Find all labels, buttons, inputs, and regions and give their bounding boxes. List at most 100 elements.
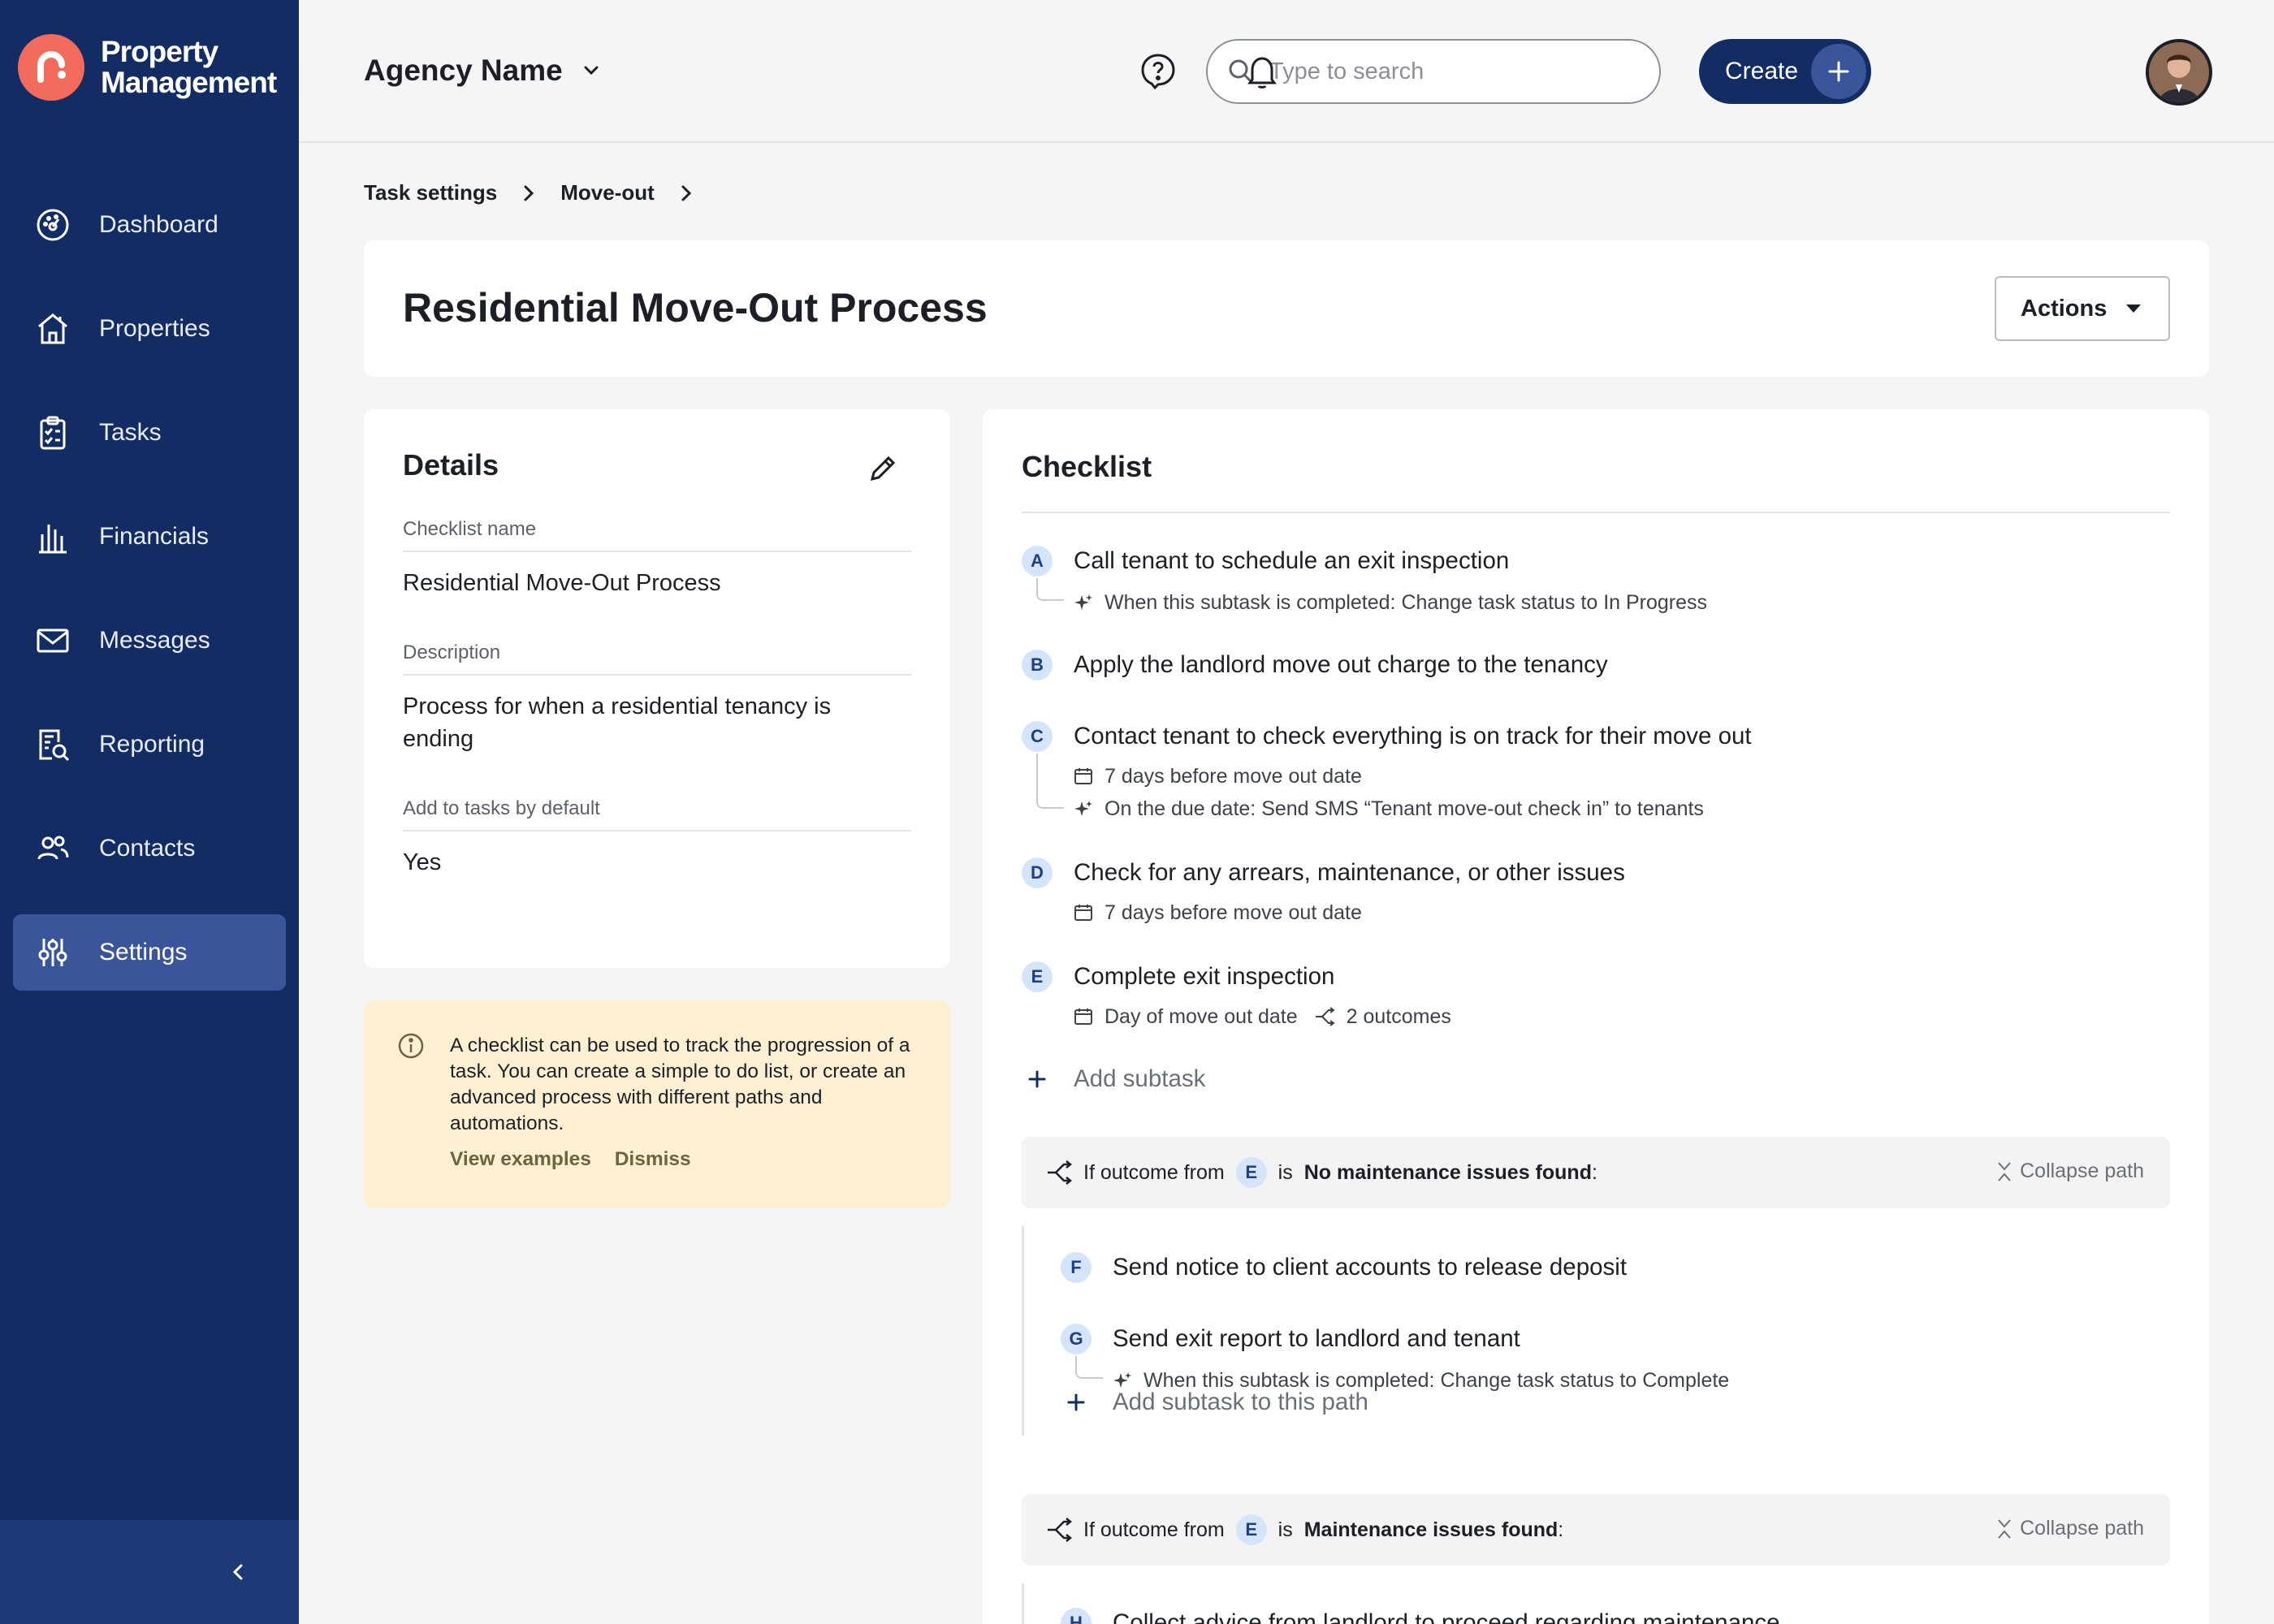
branch-icon (1048, 1160, 1072, 1185)
info-icon (398, 1033, 424, 1059)
pencil-icon[interactable] (867, 453, 898, 484)
title-card: Residential Move-Out Process Actions (364, 240, 2209, 377)
sidebar-item-dashboard[interactable]: Dashboard (13, 187, 286, 263)
sparkle-icon (1113, 1372, 1131, 1388)
subtask-automation: On the due date: Send SMS “Tenant move-o… (1074, 796, 1704, 822)
subtask-badge: D (1022, 857, 1053, 888)
plus-icon (1022, 1069, 1053, 1089)
sparkle-icon (1074, 801, 1092, 816)
connector-line (1036, 754, 1064, 809)
subtask-title: Send exit report to landlord and tenant (1113, 1325, 1520, 1352)
sparkle-icon (1074, 594, 1092, 610)
breadcrumb-task-settings[interactable]: Task settings (364, 180, 497, 205)
connector-line (1036, 578, 1064, 601)
checklist-title: Checklist (1022, 450, 1152, 483)
breadcrumb: Task settings Move-out (364, 180, 718, 205)
page-title: Residential Move-Out Process (403, 285, 988, 330)
field-checklist-name: Checklist name Residential Move-Out Proc… (403, 518, 911, 599)
calendar-icon (1074, 905, 1092, 921)
subtask-item[interactable]: E Complete exit inspection Day of move o… (1022, 961, 2159, 1028)
collapse-path-button[interactable]: Collapse path (1995, 1160, 2144, 1183)
path-outcome: No maintenance issues found (1303, 1160, 1592, 1184)
info-banner: A checklist can be used to track the pro… (364, 1000, 950, 1208)
actions-dropdown-button[interactable]: Actions (1995, 276, 2170, 341)
collapse-sidebar-icon[interactable] (226, 1560, 250, 1584)
subtask-badge: F (1061, 1252, 1092, 1283)
subtask-due-date: 7 days before move out date (1074, 900, 1362, 926)
agency-selector[interactable]: Agency Name (364, 54, 602, 88)
subtask-title: Call tenant to schedule an exit inspecti… (1074, 547, 1510, 574)
sidebar-item-financials[interactable]: Financials (13, 499, 286, 575)
field-label: Add to tasks by default (403, 797, 911, 831)
add-subtask-button[interactable]: Add subtask (1022, 1065, 1205, 1093)
collapse-path-button[interactable]: Collapse path (1995, 1517, 2144, 1540)
actions-label: Actions (2021, 295, 2108, 322)
subtask-title: Check for any arrears, maintenance, or o… (1074, 859, 1625, 886)
path-suffix: : (1591, 1160, 1597, 1184)
house-icon (38, 313, 67, 344)
details-card: Details Checklist name Residential Move-… (364, 409, 950, 968)
subtask-item[interactable]: G Send exit report to landlord and tenan… (1061, 1324, 2116, 1392)
outcomes-text: 2 outcomes (1346, 1005, 1451, 1028)
sidebar-item-label: Contacts (99, 835, 196, 862)
sidebar: Property Management Dashboard Properties… (0, 0, 299, 1624)
calendar-icon (1074, 1009, 1092, 1025)
view-examples-link[interactable]: View examples (450, 1148, 591, 1170)
create-button[interactable]: Create (1699, 39, 1871, 104)
sidebar-item-label: Dashboard (99, 211, 218, 238)
subtask-item[interactable]: C Contact tenant to check everything is … (1022, 721, 2159, 820)
automation-text: When this subtask is completed: Change t… (1105, 591, 1708, 614)
sliders-icon (38, 939, 67, 966)
subtask-item[interactable]: D Check for any arrears, maintenance, or… (1022, 857, 2159, 924)
subtask-item[interactable]: H Collect advice from landlord to procee… (1061, 1608, 2116, 1624)
search-input[interactable] (1269, 58, 1627, 85)
path-prefix: If outcome from (1083, 1518, 1225, 1541)
path-body: H Collect advice from landlord to procee… (1022, 1583, 2159, 1624)
sidebar-item-contacts[interactable]: Contacts (13, 810, 286, 887)
user-avatar[interactable] (2146, 39, 2212, 106)
collapse-path-label: Collapse path (2020, 1160, 2144, 1182)
sidebar-item-tasks[interactable]: Tasks (13, 395, 286, 471)
sidebar-item-label: Financials (99, 523, 210, 550)
subtask-item[interactable]: A Call tenant to schedule an exit inspec… (1022, 546, 2159, 614)
chevron-down-icon (584, 66, 599, 76)
due-text: 7 days before move out date (1105, 765, 1362, 788)
create-button-label: Create (1725, 58, 1799, 84)
sidebar-item-messages[interactable]: Messages (13, 603, 286, 679)
subtask-item[interactable]: F Send notice to client accounts to rele… (1061, 1252, 2116, 1285)
sidebar-item-reporting[interactable]: Reporting (13, 706, 286, 783)
agency-name: Agency Name (364, 54, 563, 87)
path-suffix: : (1558, 1518, 1564, 1541)
branch-icon (1048, 1518, 1072, 1542)
sidebar-item-settings[interactable]: Settings (13, 914, 286, 991)
path-header: If outcome from E is No maintenance issu… (1022, 1137, 2170, 1208)
chevron-right-icon (679, 184, 694, 202)
bell-icon[interactable] (1243, 52, 1282, 91)
sidebar-item-label: Tasks (99, 419, 162, 446)
help-icon[interactable] (1139, 52, 1178, 91)
subtask-badge: A (1022, 546, 1053, 577)
path-is: is (1278, 1160, 1293, 1184)
add-subtask-to-path-label: Add subtask to this path (1113, 1389, 1368, 1415)
people-icon (37, 836, 69, 860)
subtask-title: Complete exit inspection (1074, 963, 1335, 990)
subtask-title: Send notice to client accounts to releas… (1113, 1254, 1628, 1281)
sidebar-item-properties[interactable]: Properties (13, 291, 286, 367)
due-text: Day of move out date (1105, 1005, 1298, 1028)
subtask-badge: H (1061, 1608, 1092, 1624)
path-source-badge: E (1235, 1157, 1267, 1188)
automation-text: On the due date: Send SMS “Tenant move-o… (1105, 797, 1704, 820)
subtask-title: Collect advice from landlord to proceed … (1113, 1609, 1780, 1624)
calendar-icon (1074, 768, 1092, 784)
breadcrumb-move-out[interactable]: Move-out (560, 180, 655, 205)
subtask-badge: B (1022, 650, 1053, 680)
collapse-path-label: Collapse path (2020, 1517, 2144, 1540)
dismiss-link[interactable]: Dismiss (615, 1148, 691, 1170)
brand-logo[interactable]: Property Management (18, 34, 277, 101)
plus-icon (1061, 1393, 1092, 1412)
info-text: A checklist can be used to track the pro… (450, 1034, 910, 1134)
add-subtask-to-path-button[interactable]: Add subtask to this path (1061, 1389, 1368, 1416)
subtask-item[interactable]: B Apply the landlord move out charge to … (1022, 650, 2159, 682)
checklist-card: Checklist A Call tenant to schedule an e… (983, 409, 2209, 1624)
mail-icon (37, 628, 69, 653)
